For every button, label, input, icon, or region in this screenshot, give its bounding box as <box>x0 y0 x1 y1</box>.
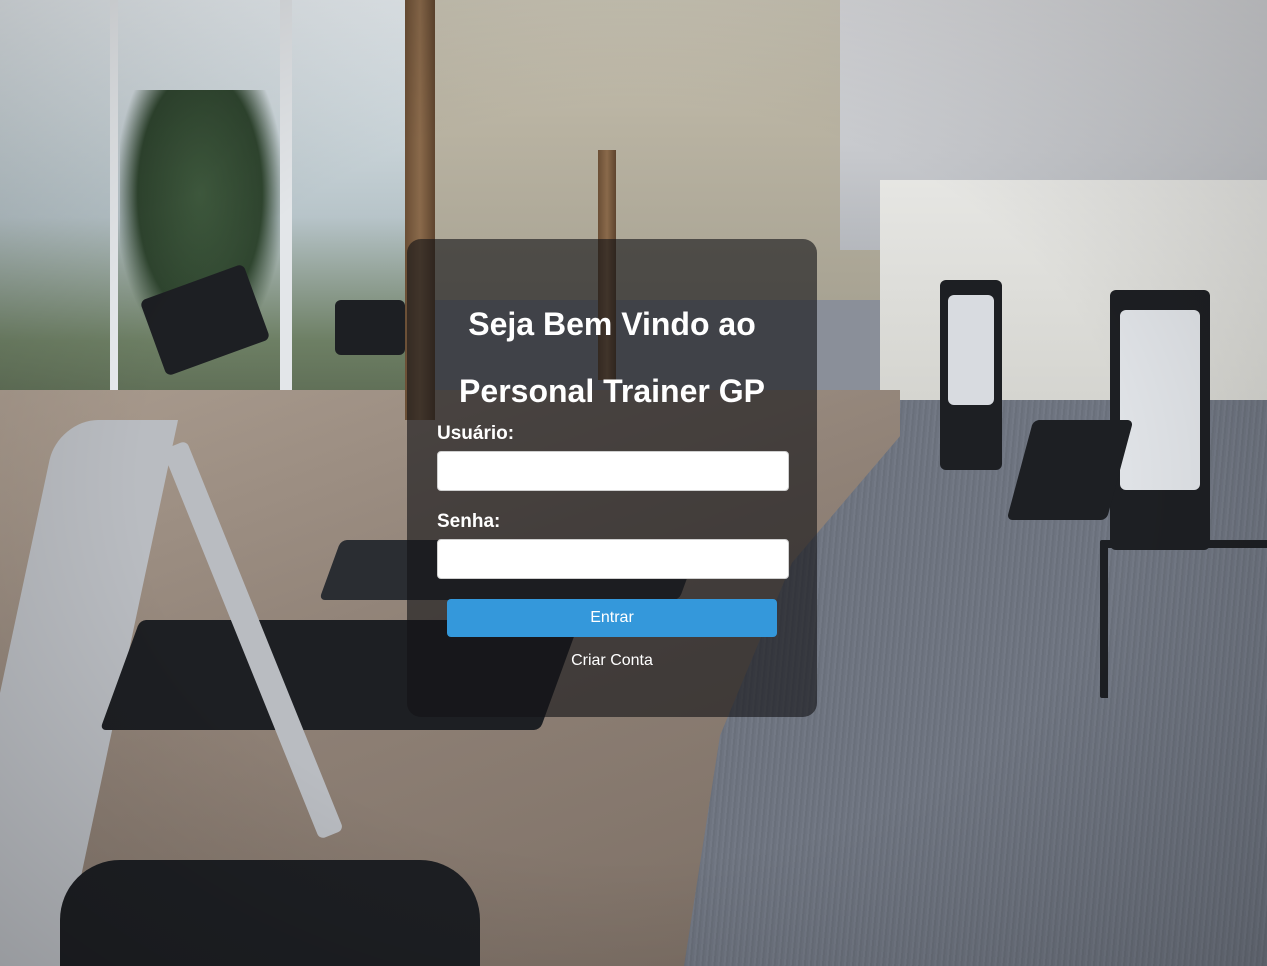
page: Seja Bem Vindo ao Personal Trainer GP Us… <box>0 0 1267 966</box>
title-line-1: Seja Bem Vindo ao <box>468 306 756 342</box>
title-line-2: Personal Trainer GP <box>459 373 765 409</box>
password-input[interactable] <box>437 539 789 579</box>
login-button[interactable]: Entrar <box>447 599 777 637</box>
create-account-link[interactable]: Criar Conta <box>407 652 817 670</box>
login-form: Seja Bem Vindo ao Personal Trainer GP Us… <box>407 239 817 717</box>
username-label: Usuário: <box>437 423 515 444</box>
username-input[interactable] <box>437 451 789 491</box>
password-label: Senha: <box>437 511 501 532</box>
page-title: Seja Bem Vindo ao Personal Trainer GP <box>407 291 817 425</box>
